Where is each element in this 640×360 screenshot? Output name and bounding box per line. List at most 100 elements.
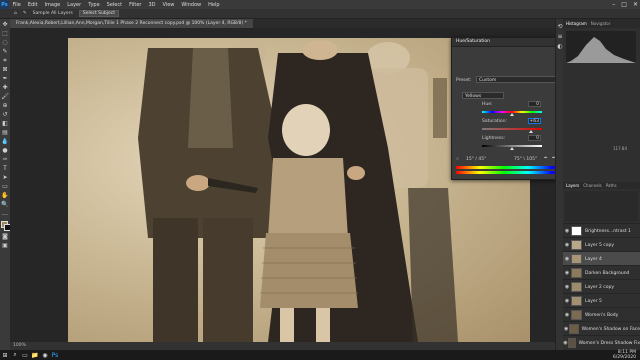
histogram-graph	[566, 31, 636, 63]
lightness-slider-thumb[interactable]	[510, 147, 514, 150]
marquee-tool-icon[interactable]: ⬚	[1, 30, 9, 37]
browser-icon[interactable]: ◉	[40, 350, 50, 360]
layer-name: Darken Background	[585, 270, 630, 276]
menu-filter[interactable]: Filter	[126, 2, 145, 8]
targeted-adjustment-icon[interactable]: ☝	[456, 157, 459, 162]
hue-input[interactable]: 0	[528, 101, 541, 107]
menu-view[interactable]: View	[159, 2, 178, 8]
layer-name: Layer 2 copy	[585, 284, 615, 290]
rectangle-tool-icon[interactable]: ▭	[1, 183, 9, 190]
clone-stamp-tool-icon[interactable]: ⊕	[1, 102, 9, 109]
menu-edit[interactable]: Edit	[24, 2, 41, 8]
minimize-icon[interactable]: –	[612, 1, 615, 8]
type-tool-icon[interactable]: T	[1, 165, 9, 172]
history-brush-tool-icon[interactable]: ↺	[1, 111, 9, 118]
tab-histogram[interactable]: Histogram	[566, 21, 587, 26]
layer-row[interactable]: ◉ Women's Dress Shadow Fix	[563, 335, 640, 350]
eyedropper-icon[interactable]: ✒	[544, 156, 548, 161]
layer-thumbnail	[571, 254, 582, 264]
range-left-readout: 15° / 45°	[466, 157, 487, 162]
layer-name: Women's Dress Shadow Fix	[578, 340, 640, 346]
menu-select[interactable]: Select	[103, 2, 125, 8]
histogram-curve	[566, 37, 636, 63]
hue-slider-thumb[interactable]	[510, 113, 514, 116]
quick-selection-tool-icon[interactable]: ✎	[1, 48, 9, 55]
path-selection-tool-icon[interactable]: ➤	[1, 174, 9, 181]
saturation-label: Saturation:	[482, 119, 507, 124]
quick-mask-icon[interactable]: ◙	[1, 233, 9, 240]
home-icon[interactable]: ⌂	[14, 11, 17, 16]
quick-select-icon[interactable]: ✎	[23, 11, 27, 16]
layer-thumbnail	[569, 324, 579, 334]
menu-type[interactable]: Type	[85, 2, 103, 8]
frame-tool-icon[interactable]: ⊠	[1, 66, 9, 73]
close-icon[interactable]: ✕	[633, 1, 638, 8]
preset-label: Preset:	[456, 78, 472, 83]
more-tools-icon[interactable]: …	[1, 210, 9, 217]
tab-paths[interactable]: Paths	[606, 183, 617, 188]
select-subject-button[interactable]: Select Subject	[78, 10, 119, 17]
zoom-level[interactable]: 100%	[13, 343, 26, 348]
visibility-eye-icon[interactable]: ◉	[563, 228, 571, 234]
menu-bar: Ps File Edit Image Layer Type Select Fil…	[0, 0, 640, 9]
lasso-tool-icon[interactable]: ◌	[1, 39, 9, 46]
search-icon[interactable]: ⌕	[10, 350, 20, 360]
crop-tool-icon[interactable]: ⌗	[1, 57, 9, 64]
menu-file[interactable]: File	[9, 2, 24, 8]
menu-image[interactable]: Image	[41, 2, 64, 8]
visibility-eye-icon[interactable]: ◉	[563, 284, 571, 290]
preset-dropdown[interactable]: Custom	[476, 76, 564, 83]
healing-brush-tool-icon[interactable]: ✚	[1, 84, 9, 91]
layer-thumbnail	[571, 268, 582, 278]
sample-all-layers-checkbox[interactable]: Sample All Layers	[33, 11, 73, 16]
saturation-input[interactable]: +63	[528, 118, 541, 124]
right-panels: Histogram Navigator 117.84 Layers Channe…	[563, 19, 640, 350]
tab-channels[interactable]: Channels	[583, 183, 602, 188]
brush-tool-icon[interactable]: 🖌	[1, 93, 9, 100]
task-view-icon[interactable]: ▭	[20, 350, 30, 360]
windows-start-icon[interactable]: ⊞	[0, 350, 10, 360]
layer-row[interactable]: ◉ Women's Body	[563, 307, 640, 322]
channel-dropdown[interactable]: Yellows	[462, 92, 504, 99]
maximize-icon[interactable]: □	[621, 1, 627, 8]
layer-thumbnail	[567, 338, 576, 348]
document-tab[interactable]: Frank,Alexia,Robert,Lillian,Ann,Morgan,T…	[10, 19, 253, 28]
eraser-tool-icon[interactable]: ◧	[1, 120, 9, 127]
layer-row[interactable]: ◉ Layer 2 copy	[563, 279, 640, 294]
dodge-tool-icon[interactable]: ●	[1, 147, 9, 154]
visibility-eye-icon[interactable]: ◉	[563, 298, 571, 304]
tab-layers[interactable]: Layers	[566, 183, 579, 188]
layers-panel-controls	[565, 191, 638, 221]
visibility-eye-icon[interactable]: ◉	[563, 312, 571, 318]
menu-window[interactable]: Window	[178, 2, 205, 8]
hand-tool-icon[interactable]: ✋	[1, 192, 9, 199]
blur-tool-icon[interactable]: 💧	[1, 138, 9, 145]
layer-row[interactable]: ◉ Women's Shadow on Face	[563, 321, 640, 336]
visibility-eye-icon[interactable]: ◉	[563, 256, 571, 262]
layer-row[interactable]: ◉ Layer 4	[563, 251, 640, 266]
photoshop-taskbar-icon[interactable]: Ps	[50, 350, 60, 360]
layer-row[interactable]: ◉ Brightness...ntrast 1	[563, 223, 640, 238]
menu-3d[interactable]: 3D	[145, 2, 159, 8]
layer-row[interactable]: ◉ Layer 5	[563, 293, 640, 308]
tab-navigator[interactable]: Navigator	[591, 21, 611, 26]
layer-row[interactable]: ◉ Layer 5 copy	[563, 237, 640, 252]
pen-tool-icon[interactable]: ✑	[1, 156, 9, 163]
lightness-input[interactable]: 0	[528, 135, 541, 141]
histogram-panel-tabs: Histogram Navigator	[563, 19, 640, 28]
hue-label: Hue:	[482, 102, 493, 107]
move-tool-icon[interactable]: ✥	[1, 21, 9, 28]
layer-row[interactable]: ◉ Darken Background	[563, 265, 640, 280]
gradient-tool-icon[interactable]: ▤	[1, 129, 9, 136]
histogram-value: 117.84	[613, 146, 627, 151]
menu-layer[interactable]: Layer	[64, 2, 85, 8]
visibility-eye-icon[interactable]: ◉	[563, 242, 571, 248]
eyedropper-tool-icon[interactable]: ✒	[1, 75, 9, 82]
screen-mode-icon[interactable]: ▣	[1, 242, 9, 249]
menu-help[interactable]: Help	[205, 2, 223, 8]
saturation-slider-thumb[interactable]	[528, 130, 533, 133]
saturation-slider-track[interactable]	[482, 128, 542, 130]
visibility-eye-icon[interactable]: ◉	[563, 270, 571, 276]
file-explorer-icon[interactable]: 📁	[30, 350, 40, 360]
zoom-tool-icon[interactable]: 🔍	[1, 201, 9, 208]
